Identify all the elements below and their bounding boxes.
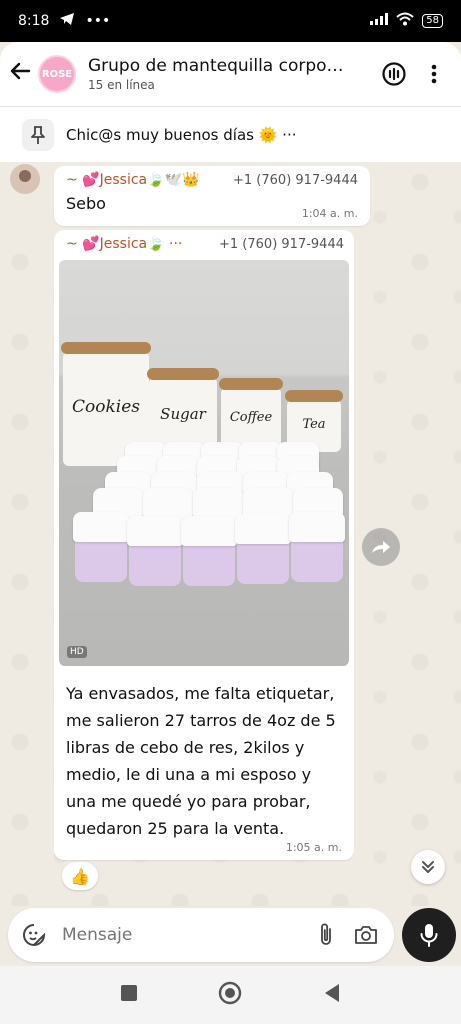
recents-icon[interactable] [120, 984, 138, 1006]
battery-indicator: 58 [422, 14, 443, 28]
scroll-down-icon[interactable] [411, 850, 445, 884]
message-photo[interactable]: Cookies Sugar Coffee Tea HD [59, 260, 349, 666]
more-options-icon[interactable] [414, 64, 454, 84]
pinned-message-text: Chic@s muy buenos días 🌞 ··· [66, 125, 297, 144]
more-notifications-icon: ••• [85, 13, 111, 29]
chat-header: ROSE Grupo de mantequilla corpo… 15 en l… [0, 42, 461, 106]
sender-phone: +1 (760) 917-9444 [219, 236, 344, 252]
clock: 8:18 [18, 13, 50, 29]
forward-icon[interactable] [362, 528, 400, 566]
camera-icon[interactable] [346, 925, 386, 945]
group-info[interactable]: Grupo de mantequilla corpo… 15 en línea [88, 56, 358, 92]
home-icon[interactable] [218, 981, 242, 1009]
back-arrow-icon[interactable] [2, 60, 38, 88]
photo-message-bubble[interactable]: ~ 💕Jessica🍃 ··· +1 (760) 917-9444 Cookie… [54, 230, 354, 860]
sender-name[interactable]: ~ 💕Jessica🍃 ··· [66, 236, 182, 252]
sender-line: ~ 💕Jessica🍃🕊️👑 +1 (760) 917-9444 [66, 172, 358, 188]
back-nav-icon[interactable] [323, 983, 341, 1007]
pinned-message-bar[interactable]: Chic@s muy buenos días 🌞 ··· [0, 106, 461, 162]
jar [73, 512, 129, 582]
message-input-pill [8, 908, 394, 962]
microphone-icon [420, 924, 438, 947]
wifi-icon [396, 12, 414, 30]
voice-chat-icon[interactable] [374, 61, 414, 87]
composer [0, 906, 461, 966]
online-count: 15 en línea [88, 78, 155, 92]
sender-line: ~ 💕Jessica🍃 ··· +1 (760) 917-9444 [54, 230, 354, 252]
jar [127, 516, 183, 586]
sender-name[interactable]: ~ 💕Jessica🍃🕊️👑 [66, 172, 199, 188]
canister-label: Cookies [72, 397, 140, 417]
message-time: 1:05 a. m. [285, 841, 342, 854]
canister-label: Tea [302, 416, 326, 432]
canister-label: Coffee [229, 409, 273, 425]
pin-icon [22, 118, 54, 151]
system-nav-bar [0, 966, 461, 1024]
telegram-icon [59, 12, 75, 30]
canister-label: Sugar [160, 405, 206, 423]
message-text: Ya envasados, me falta etiquetar, me sal… [66, 684, 336, 838]
canister: Coffee [219, 378, 283, 450]
sender-avatar[interactable] [10, 164, 40, 194]
message-time: 1:04 a. m. [301, 207, 358, 220]
attach-icon[interactable] [306, 922, 346, 948]
status-bar: 8:18 ••• 58 [0, 0, 461, 42]
reaction-badge[interactable]: 👍 [62, 862, 98, 890]
signal-icon [370, 13, 389, 29]
message-bubble[interactable]: ~ 💕Jessica🍃🕊️👑 +1 (760) 917-9444 Sebo 1:… [54, 166, 370, 226]
jar [235, 514, 291, 584]
group-title: Grupo de mantequilla corpo… [88, 56, 344, 76]
jar [181, 516, 237, 586]
message-input[interactable] [62, 925, 292, 945]
hd-badge: HD [67, 646, 87, 658]
chat-area[interactable]: ~ 💕Jessica🍃🕊️👑 +1 (760) 917-9444 Sebo 1:… [0, 162, 461, 906]
voice-record-button[interactable] [402, 908, 456, 962]
group-avatar[interactable]: ROSE [38, 55, 76, 93]
jar [289, 512, 345, 582]
sticker-icon[interactable] [14, 923, 54, 947]
sender-phone: +1 (760) 917-9444 [233, 172, 358, 188]
